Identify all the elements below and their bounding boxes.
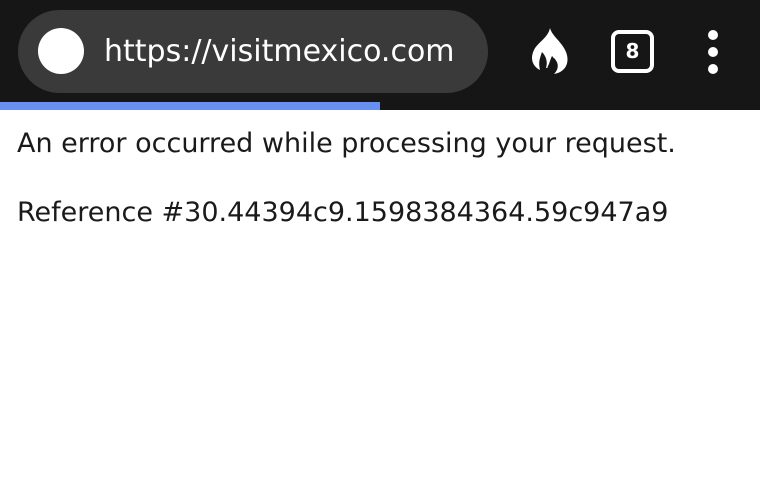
error-message: An error occurred while processing your … [17,128,676,159]
overflow-menu-icon[interactable] [700,30,726,74]
error-reference: Reference #30.44394c9.1598384364.59c947a… [17,197,669,228]
address-bar[interactable]: https://visitmexico.com [18,10,488,93]
tab-switcher-button[interactable]: 8 [611,30,654,73]
url-text[interactable]: https://visitmexico.com [104,10,455,93]
progress-fill [0,102,380,110]
browser-toolbar: https://visitmexico.com 8 [0,0,760,102]
fire-icon[interactable] [528,26,574,76]
page-content: An error occurred while processing your … [17,128,750,266]
site-favicon-icon[interactable] [38,28,84,74]
page-load-progress-bar [0,102,760,110]
